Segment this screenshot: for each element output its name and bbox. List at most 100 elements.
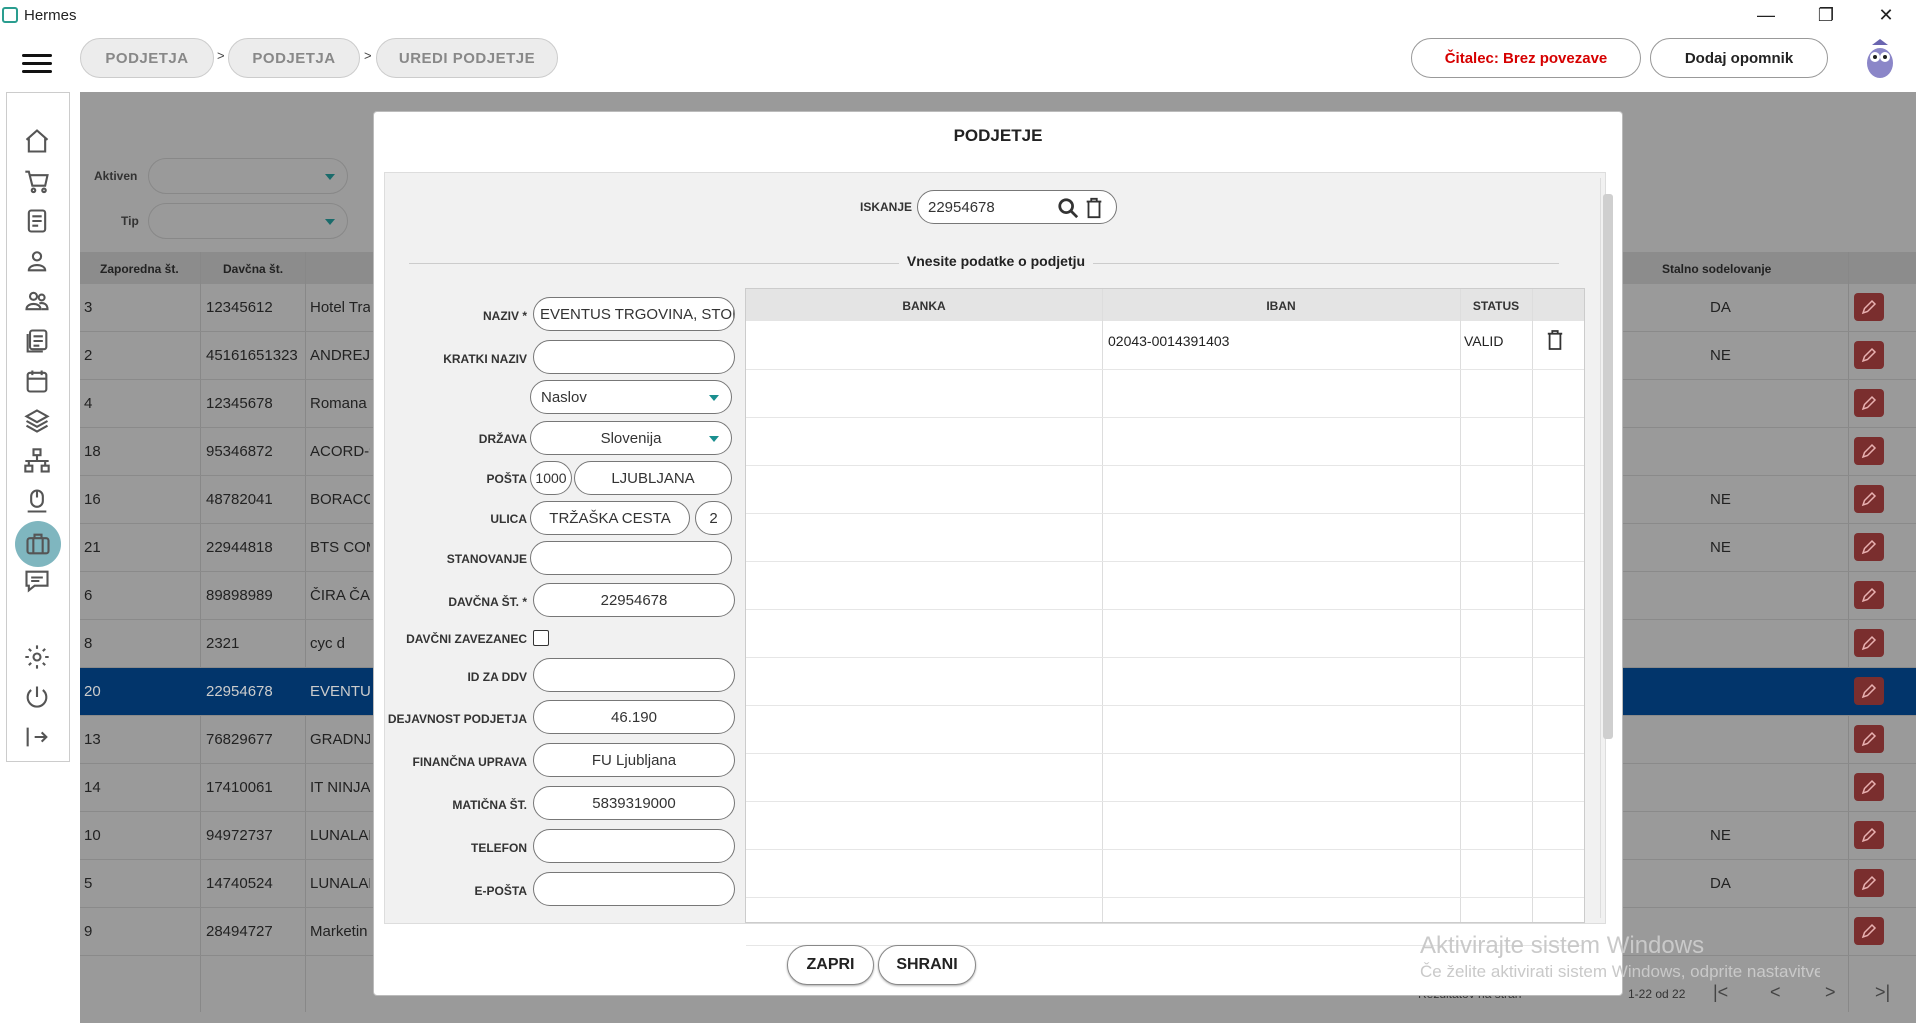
save-button[interactable]: SHRANI (878, 945, 976, 985)
row-davcna: 12345678 (206, 395, 273, 412)
filter-tip-label: Tip (121, 214, 139, 228)
ulica-label: ULICA (490, 512, 527, 526)
naslov-type-select[interactable]: Naslov (530, 380, 732, 414)
grid-line (746, 897, 1584, 898)
edit-icon[interactable] (1854, 293, 1884, 321)
id-za-ddv-input[interactable] (533, 658, 735, 692)
naslov-type-value: Naslov (541, 388, 587, 406)
delete-bank-icon[interactable] (1546, 329, 1564, 351)
delete-search-icon[interactable] (1084, 197, 1104, 219)
column-zaporedna[interactable]: Zaporedna št. (100, 262, 179, 276)
row-zaporedna: 13 (84, 731, 101, 748)
people-icon[interactable] (21, 285, 53, 317)
column-iban[interactable]: IBAN (1102, 299, 1460, 313)
row-naziv: EVENTUS (310, 683, 370, 700)
edit-icon[interactable] (1854, 917, 1884, 945)
maticna-input[interactable]: 5839319000 (533, 786, 735, 820)
davcna-input[interactable]: 22954678 (533, 583, 735, 617)
prev-page-icon[interactable]: < (1770, 982, 1781, 1003)
row-zaporedna: 21 (84, 539, 101, 556)
layers-icon[interactable] (21, 405, 53, 437)
calendar-icon[interactable] (21, 365, 53, 397)
bank-row[interactable]: 02043-0014391403 VALID (746, 321, 1584, 369)
column-banka[interactable]: BANKA (746, 299, 1102, 313)
postna-stevilka-input[interactable]: 1000 (530, 461, 572, 495)
edit-icon[interactable] (1854, 581, 1884, 609)
close-button[interactable]: ZAPRI (787, 945, 874, 985)
user-avatar-icon[interactable] (1860, 37, 1900, 81)
row-zaporedna: 3 (84, 299, 93, 316)
edit-icon[interactable] (1854, 629, 1884, 657)
restore-icon[interactable]: ❐ (1796, 0, 1856, 30)
breadcrumb-podjetja-1[interactable]: PODJETJA (80, 38, 214, 78)
scrollbar-thumb[interactable] (1603, 194, 1613, 739)
reader-status-button[interactable]: Čitalec: Brez povezave (1411, 38, 1641, 78)
edit-icon[interactable] (1854, 533, 1884, 561)
minimize-icon[interactable]: — (1736, 0, 1796, 30)
column-stalno[interactable]: Stalno sodelovanje (1662, 262, 1771, 276)
filter-tip-select[interactable] (148, 203, 348, 239)
breadcrumb-podjetja-2[interactable]: PODJETJA (228, 38, 360, 78)
eposta-input[interactable] (533, 872, 735, 906)
grid-divider (1460, 289, 1461, 922)
column-davcna[interactable]: Davčna št. (223, 262, 283, 276)
power-icon[interactable] (21, 681, 53, 713)
row-zaporedna: 4 (84, 395, 93, 412)
row-naziv: BTS COM (310, 539, 370, 556)
modal-form-panel: ISKANJE 22954678 Vnesite podatke o podje… (384, 172, 1606, 946)
posta-input[interactable]: LJUBLJANA (574, 461, 732, 495)
network-icon[interactable] (21, 445, 53, 477)
logout-icon[interactable] (21, 721, 53, 753)
briefcase-icon[interactable] (15, 521, 61, 567)
grid-line (746, 417, 1584, 418)
row-davcna: 22944818 (206, 539, 273, 556)
filter-aktiven-select[interactable] (148, 158, 348, 194)
edit-icon[interactable] (1854, 389, 1884, 417)
grid-line (746, 465, 1584, 466)
breadcrumb-uredi-podjetje[interactable]: UREDI PODJETJE (376, 38, 558, 78)
telefon-input[interactable] (533, 829, 735, 863)
edit-icon[interactable] (1854, 485, 1884, 513)
stanovanje-input[interactable] (530, 541, 732, 575)
list-icon[interactable] (21, 325, 53, 357)
stanovanje-label: STANOVANJE (446, 552, 527, 566)
edit-icon[interactable] (1854, 677, 1884, 705)
hisna-stevilka-input[interactable]: 2 (695, 501, 732, 535)
hamburger-menu-icon[interactable] (22, 54, 52, 74)
pagination-range: 1-22 od 22 (1628, 987, 1686, 1001)
search-icon[interactable] (1057, 197, 1079, 219)
chat-icon[interactable] (21, 565, 53, 597)
edit-icon[interactable] (1854, 341, 1884, 369)
financna-uprava-input[interactable]: FU Ljubljana (533, 743, 735, 777)
mouse-icon[interactable] (21, 485, 53, 517)
add-reminder-button[interactable]: Dodaj opomnik (1650, 38, 1828, 78)
person-icon[interactable] (21, 245, 53, 277)
header: PODJETJA > PODJETJA > UREDI PODJETJE Čit… (0, 30, 1916, 92)
document-icon[interactable] (21, 205, 53, 237)
edit-icon[interactable] (1854, 821, 1884, 849)
kratki-naziv-input[interactable] (533, 340, 735, 374)
gear-icon[interactable] (21, 641, 53, 673)
drzava-select[interactable]: Slovenija (530, 421, 732, 455)
last-page-icon[interactable]: >| (1875, 982, 1890, 1003)
edit-icon[interactable] (1854, 437, 1884, 465)
first-page-icon[interactable]: |< (1713, 982, 1728, 1003)
close-icon[interactable]: ✕ (1856, 0, 1916, 30)
next-page-icon[interactable]: > (1825, 982, 1836, 1003)
cart-icon[interactable] (21, 165, 53, 197)
naziv-input[interactable]: EVENTUS TRGOVINA, STORITVE (533, 297, 735, 331)
davcni-zavezanec-checkbox[interactable] (533, 630, 549, 646)
home-icon[interactable] (21, 125, 53, 157)
grid-line (746, 849, 1584, 850)
financna-uprava-label: FINANČNA UPRAVA (412, 755, 527, 769)
ulica-input[interactable]: TRŽAŠKA CESTA (530, 501, 690, 535)
edit-icon[interactable] (1854, 773, 1884, 801)
dejavnost-input[interactable]: 46.190 (533, 700, 735, 734)
modal-scrollbar[interactable] (1600, 178, 1614, 918)
app-title: Hermes (24, 6, 77, 24)
edit-icon[interactable] (1854, 869, 1884, 897)
row-stalno: NE (1710, 347, 1731, 364)
activation-watermark: Aktivirajte sistem Windows (1420, 932, 1705, 959)
column-status[interactable]: STATUS (1460, 299, 1532, 313)
edit-icon[interactable] (1854, 725, 1884, 753)
